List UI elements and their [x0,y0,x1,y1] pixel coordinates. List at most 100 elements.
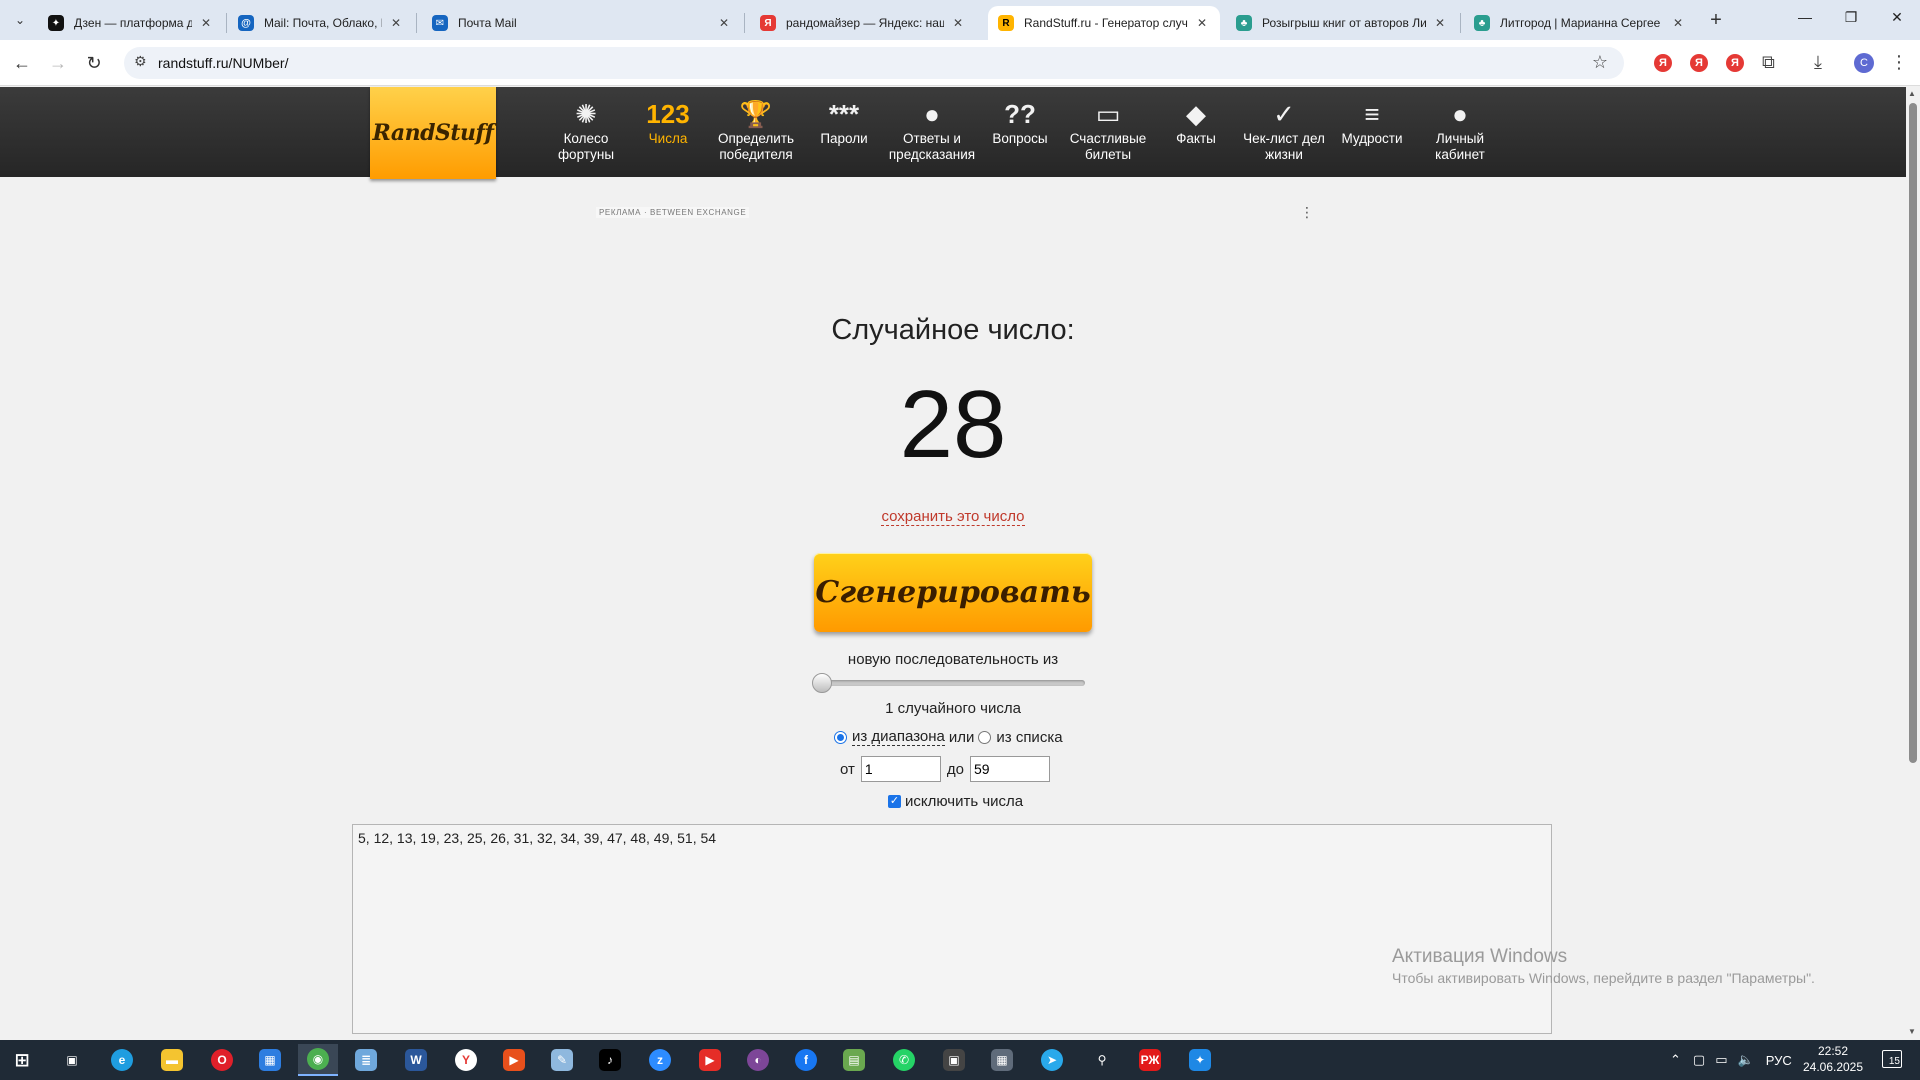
calculator-icon[interactable]: ▦ [982,1044,1022,1076]
menu-passwords[interactable]: *** Пароли [796,97,892,147]
close-tab-icon[interactable]: ✕ [950,16,966,30]
bookmark-star-icon[interactable]: ☆ [1592,52,1608,73]
scroll-icon: ≡ [1364,99,1380,129]
paint-icon[interactable]: ✎ [542,1044,582,1076]
zoom-icon[interactable]: z [640,1044,680,1076]
telegram-icon[interactable]: ➤ [1032,1044,1072,1076]
windows-taskbar: ⊞ ▣ e ▬ O ▦ ◉ ≣ W Y ▶ ✎ ♪ z ▶ ◐ f ▤ ✆ ▣ … [0,1040,1920,1080]
start-button[interactable]: ⊞ [2,1044,42,1076]
menu-facts[interactable]: ◆ Факты [1148,97,1244,147]
language-indicator[interactable]: РУС [1766,1053,1792,1068]
menu-lucky-tickets[interactable]: ▭ Счастливые билеты [1060,97,1156,163]
minimize-button[interactable]: — [1782,0,1828,34]
tab-litgorod-author[interactable]: ♣ Литгород | Марианна Сергее ✕ [1464,6,1696,40]
range-from-input[interactable] [860,756,941,782]
download-icon[interactable]: ⤓ [1814,52,1822,73]
menu-wisdom[interactable]: ≡ Мудрости [1324,97,1420,147]
scroll-up-icon[interactable]: ▲ [1908,89,1916,98]
scroll-down-icon[interactable]: ▼ [1908,1027,1916,1036]
menu-account[interactable]: ● Личный кабинет [1412,97,1508,163]
menu-answers[interactable]: ● Ответы и предсказания [884,97,980,163]
menu-numbers[interactable]: 123 Числа [620,97,716,147]
close-tab-icon[interactable]: ✕ [1432,16,1448,30]
notification-center-icon[interactable]: 15 [1882,1050,1902,1068]
game-app-icon[interactable]: ▤ [834,1044,874,1076]
youtube-icon[interactable]: ▶ [690,1044,730,1076]
clock[interactable]: 22:52 24.06.2025 [1798,1043,1868,1075]
chrome-icon[interactable]: ◉ [298,1044,338,1076]
store-icon[interactable]: ▦ [250,1044,290,1076]
address-bar[interactable]: ⚙ randstuff.ru/NUMber/ ☆ [124,47,1624,79]
yandex-extension-icon[interactable]: Я [1654,54,1672,72]
tab-dzen[interactable]: ✦ Дзен — платформа для прос ✕ [38,6,224,40]
volume-icon[interactable]: 🔈 [1738,1052,1754,1068]
task-view-icon[interactable]: ▣ [52,1044,92,1076]
tab-yandex-search[interactable]: Я рандомайзер — Яндекс: нашл ✕ [750,6,976,40]
close-window-button[interactable]: ✕ [1874,0,1920,34]
generate-button[interactable]: Сгенерировать [814,553,1092,632]
meet-icon[interactable]: ▢ [1693,1052,1705,1068]
range-mode-radio[interactable] [834,730,847,744]
yandex-extension-icon[interactable]: Я [1690,54,1708,72]
yandex-extension-icon[interactable]: Я [1726,54,1744,72]
exclude-checkbox[interactable]: ✓ [888,794,901,808]
file-explorer-icon[interactable]: ▬ [152,1044,192,1076]
tab-litgorod-books[interactable]: ♣ Розыгрыш книг от авторов Ли ✕ [1226,6,1458,40]
profile-avatar[interactable]: С [1854,53,1874,73]
close-tab-icon[interactable]: ✕ [1194,16,1210,30]
word-icon[interactable]: W [396,1044,436,1076]
list-mode-radio[interactable] [978,730,992,744]
network-icon[interactable]: ▭ [1715,1052,1727,1068]
range-mode-label[interactable]: из диапазона [852,728,945,746]
url-text[interactable]: randstuff.ru/NUMber/ [158,55,288,71]
gallery-icon[interactable]: ▣ [934,1044,974,1076]
opera-icon[interactable]: O [202,1044,242,1076]
mode-or-label: или [948,728,975,746]
yandex-browser-icon[interactable]: Y [446,1044,486,1076]
menu-questions[interactable]: ?? Вопросы [972,97,1068,147]
close-tab-icon[interactable]: ✕ [1670,16,1686,30]
exclude-label[interactable]: исключить числа [905,793,1023,810]
new-tab-button[interactable]: + [1704,8,1728,32]
tab-randstuff[interactable]: R RandStuff.ru - Генератор случа ✕ [988,6,1220,40]
count-slider-handle[interactable] [812,673,832,693]
close-tab-icon[interactable]: ✕ [198,16,214,30]
count-label: 1 случайного числа [885,700,1021,717]
whatsapp-icon[interactable]: ✆ [884,1044,924,1076]
count-slider-track[interactable] [815,680,1085,686]
edge-icon[interactable]: e [102,1044,142,1076]
tor-icon[interactable]: ◐ [738,1044,778,1076]
page-scrollbar[interactable]: ▲ ▼ [1906,87,1920,1040]
reload-button[interactable]: ↻ [80,49,108,77]
site-info-icon[interactable]: ⚙ [134,53,147,70]
excluded-numbers-textarea[interactable]: 5, 12, 13, 19, 23, 25, 26, 31, 32, 34, 3… [352,824,1552,1034]
tiktok-icon[interactable]: ♪ [590,1044,630,1076]
menu-winner[interactable]: 🏆 Определить победителя [708,97,804,163]
tray-chevron-icon[interactable]: ⌃ [1670,1052,1681,1068]
scrollbar-thumb[interactable] [1909,103,1917,763]
facebook-icon[interactable]: f [786,1044,826,1076]
tab-search-icon[interactable]: ⌄ [8,8,32,32]
menu-checklist[interactable]: ✓ Чек-лист дел жизни [1236,97,1332,163]
randstuff-logo[interactable]: RandStuff [370,87,496,179]
close-tab-icon[interactable]: ✕ [388,16,404,30]
back-button[interactable]: ← [8,49,36,77]
browser-menu-icon[interactable]: ⋮ [1890,52,1908,73]
maps-icon[interactable]: ⚲ [1082,1044,1122,1076]
save-number-link[interactable]: сохранить это число [881,508,1025,526]
rzd-icon[interactable]: РЖ [1130,1044,1170,1076]
list-mode-label[interactable]: из списка [996,729,1062,746]
tab-mail-cloud[interactable]: @ Mail: Почта, Облако, Календар ✕ [228,6,414,40]
notepad-icon[interactable]: ≣ [346,1044,386,1076]
tab-mail[interactable]: ✉ Почта Mail ✕ [422,6,742,40]
range-to-input[interactable] [970,756,1050,782]
app-grid-icon[interactable]: ✦ [1180,1044,1220,1076]
restore-button[interactable]: ❐ [1828,0,1874,34]
forward-button[interactable]: → [44,49,72,77]
windows-activation-watermark: Активация Windows Чтобы активировать Win… [1392,946,1815,986]
close-tab-icon[interactable]: ✕ [716,16,732,30]
ad-label: РЕКЛАМА · BETWEEN EXCHANGE [596,207,750,218]
media-app-icon[interactable]: ▶ [494,1044,534,1076]
extensions-puzzle-icon[interactable]: ⧉ [1762,52,1775,73]
ad-options-icon[interactable]: ⋮ [1300,204,1314,221]
